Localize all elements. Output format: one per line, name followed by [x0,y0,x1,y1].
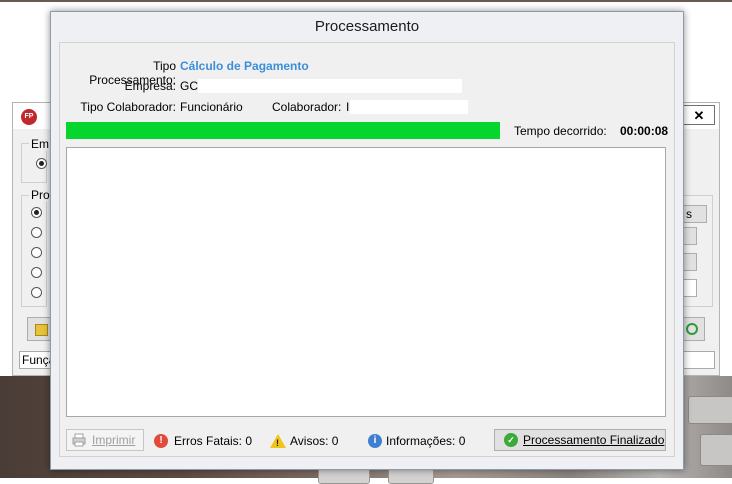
redacted-area [350,100,468,114]
group-label: Pro [29,188,52,202]
informacoes-label: Informações: 0 [386,434,466,448]
error-icon: ! [154,434,168,448]
app-logo-icon: FP [21,109,37,125]
check-icon: ✓ [504,433,518,447]
redacted-area [198,79,462,93]
log-output-area[interactable] [66,147,666,417]
imprimir-label: Imprimir [92,433,136,447]
radio-option[interactable] [31,287,42,298]
warning-icon: ! [270,434,286,448]
tempo-decorrido-value: 00:00:08 [620,124,669,138]
colaborador-label: Colaborador: [272,100,342,114]
printer-icon [72,433,86,447]
background-button[interactable]: s [683,205,707,223]
tempo-decorrido-label: Tempo decorrido: [514,124,607,138]
processing-dialog: Processamento Tipo Processamento: Cálcul… [50,11,684,470]
group-label: Em [29,137,51,151]
empresa-label: Empresa: [124,79,176,93]
imprimir-button[interactable]: Imprimir [66,429,144,451]
radio-option[interactable] [36,158,47,169]
tipo-processamento-value: Cálculo de Pagamento [180,59,309,73]
background-button[interactable] [683,253,697,271]
processamento-finalizado-label: Processamento Finalizado [523,433,665,447]
radio-option[interactable] [31,267,42,278]
dialog-title: Processamento [314,18,420,35]
close-button[interactable]: ✕ [683,105,715,125]
background-button[interactable] [683,227,697,245]
info-icon: i [368,434,382,448]
radio-option[interactable] [31,247,42,258]
background-field[interactable] [683,279,697,297]
radio-option[interactable] [31,207,42,218]
tipo-colaborador-label: Tipo Colaborador: [80,100,176,114]
erros-fatais-label: Erros Fatais: 0 [174,434,253,448]
avisos-label: Avisos: 0 [290,434,339,448]
keyboard-key [688,396,732,424]
progress-bar-fill [66,122,500,139]
progress-bar [66,122,500,139]
tipo-colaborador-value: Funcionário [180,100,243,114]
radio-option[interactable] [31,227,42,238]
dialog-content: Tipo Processamento: Cálculo de Pagamento… [59,42,675,457]
processamento-finalizado-button[interactable]: ✓ Processamento Finalizado [494,429,666,451]
desktop-strip [0,0,732,2]
colaborador-value: I [346,100,350,114]
keyboard-key [700,434,732,466]
